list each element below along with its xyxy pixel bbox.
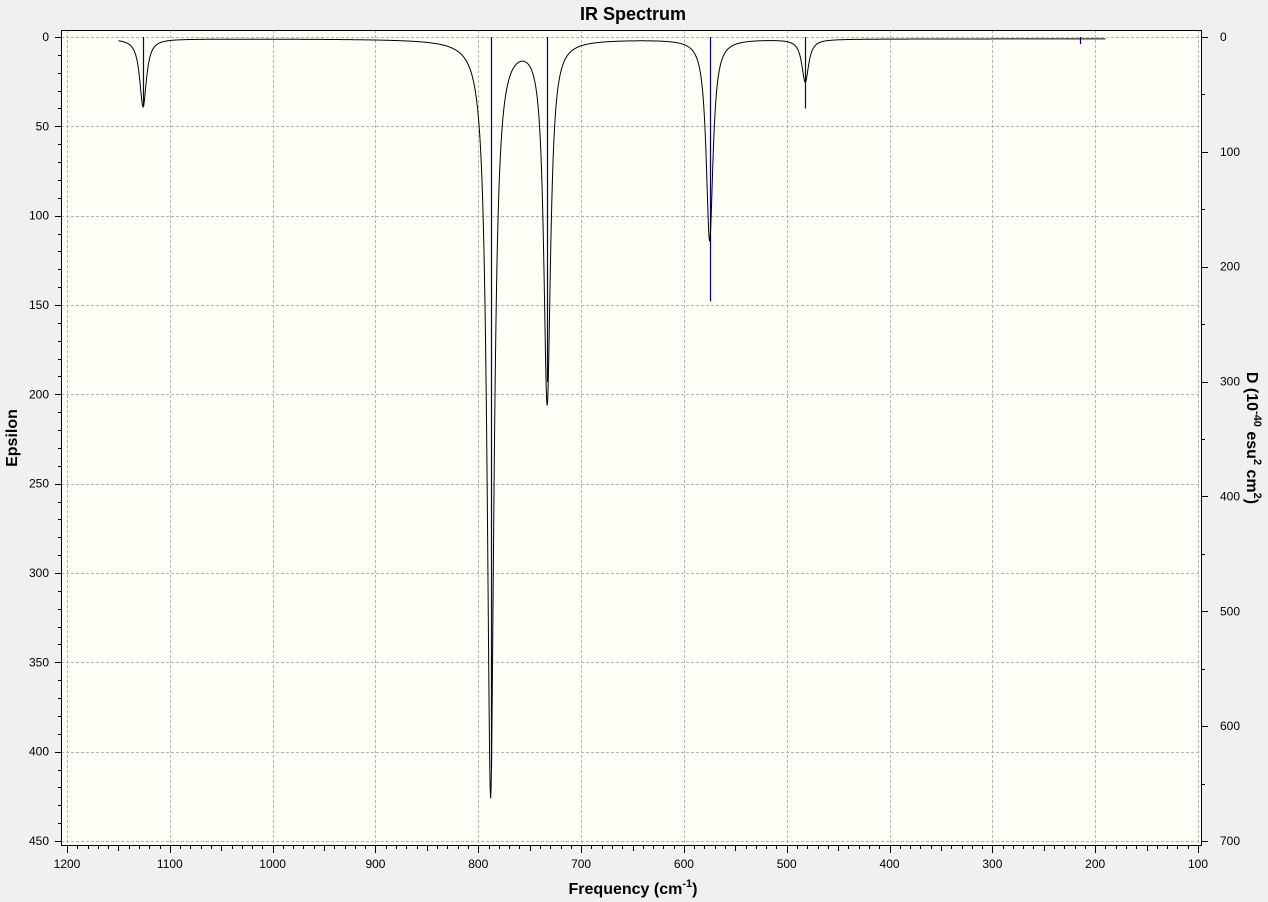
y-tick-label: 350	[29, 655, 49, 669]
y-tick-label: 0	[42, 30, 49, 44]
y2-tick-label: 0	[1220, 30, 1227, 44]
y2-tick-label: 100	[1220, 145, 1240, 159]
y-tick-label: 50	[36, 119, 50, 133]
x-tick-label: 700	[571, 857, 591, 871]
x-tick-label: 400	[880, 857, 900, 871]
x-tick-label: 900	[365, 857, 385, 871]
y-axis-right: 0 100 200 300 400 500 600 700	[1202, 30, 1240, 848]
y-tick-label: 100	[29, 209, 49, 223]
y-tick-label: 200	[29, 387, 49, 401]
y2-tick-label: 200	[1220, 260, 1240, 274]
x-tick-label: 800	[468, 857, 488, 871]
y-tick-label: 250	[29, 477, 49, 491]
y2-tick-label: 400	[1220, 489, 1240, 503]
x-tick-label: 600	[674, 857, 694, 871]
y-tick-label: 400	[29, 745, 49, 759]
x-tick-label: 500	[777, 857, 797, 871]
y-tick-label: 150	[29, 298, 49, 312]
x-tick-label: 100	[1188, 857, 1208, 871]
x-tick-label: 1100	[157, 857, 183, 871]
y2-axis-title: D (10-40 esu2 cm2)	[1243, 372, 1263, 504]
y-axis-title: Epsilon	[4, 409, 21, 467]
chart-title: IR Spectrum	[580, 4, 686, 24]
y2-tick-label: 500	[1220, 604, 1240, 618]
x-axis: 1200 1100 1000 900 800 700 600 500 400 300 200 100	[54, 846, 1208, 871]
y2-tick-label: 700	[1220, 834, 1240, 848]
ir-spectrum-chart: 1200 1100 1000 900 800 700 600 500 400 300 200 100 …	[4, 4, 1263, 898]
y2-tick-label: 300	[1220, 375, 1240, 389]
x-tick-label: 1200	[54, 857, 81, 871]
x-tick-label: 1000	[259, 857, 286, 871]
y-tick-label: 450	[29, 834, 49, 848]
plot-area	[61, 30, 1202, 846]
x-axis-title: Frequency (cm-1)	[569, 878, 698, 898]
x-tick-label: 300	[982, 857, 1002, 871]
y-tick-label: 300	[29, 566, 49, 580]
x-tick-label: 200	[1085, 857, 1105, 871]
y-axis-left: 0 50 100 150 200 250 300 350 400 450	[29, 30, 61, 848]
y2-tick-label: 600	[1220, 719, 1240, 733]
